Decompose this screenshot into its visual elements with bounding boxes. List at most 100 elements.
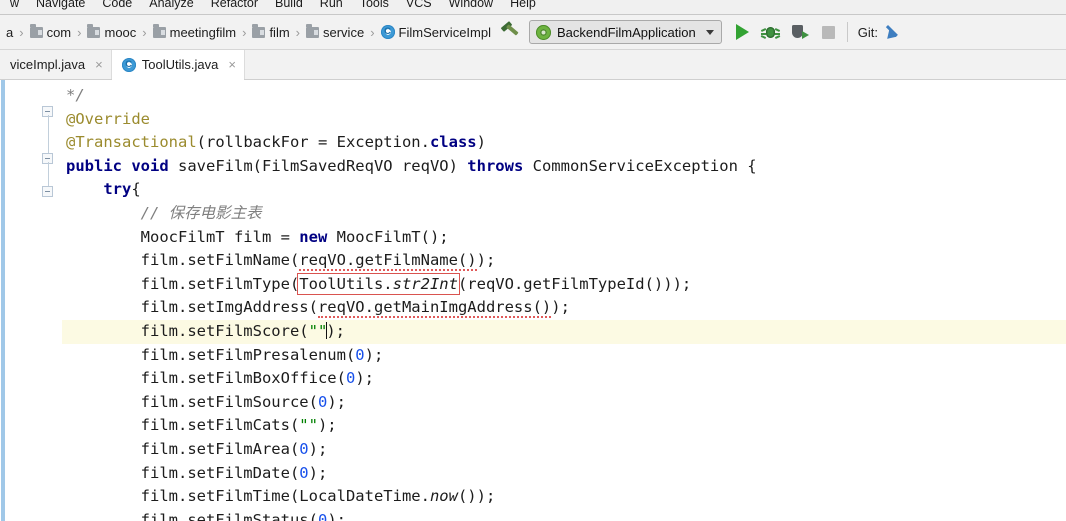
menu-item-vcs[interactable]: VCS bbox=[406, 0, 432, 9]
fold-region-line bbox=[48, 115, 49, 153]
code-token: ); bbox=[326, 321, 345, 340]
code-token: throws bbox=[467, 156, 524, 175]
breadcrumb-item-service[interactable]: service bbox=[306, 23, 364, 40]
code-token: ()); bbox=[457, 487, 496, 506]
code-line[interactable]: film.setFilmTime(LocalDateTime.now()); bbox=[62, 485, 1066, 509]
menu-item-navigate[interactable]: Navigate bbox=[36, 0, 85, 9]
close-icon[interactable]: × bbox=[228, 58, 236, 71]
code-token: film.setFilmDate( bbox=[140, 463, 300, 482]
editor-tab-viceimpl-java[interactable]: viceImpl.java × bbox=[0, 50, 112, 79]
breadcrumb-item-filmserviceimpl[interactable]: C FilmServiceImpl bbox=[380, 24, 491, 40]
menu-item-refactor[interactable]: Refactor bbox=[211, 0, 258, 9]
breadcrumb-item-a[interactable]: a bbox=[2, 25, 13, 40]
editor-tab-bar: viceImpl.java × C ToolUtils.java × bbox=[0, 50, 1066, 80]
code-line[interactable]: film.setFilmSource(0); bbox=[62, 391, 1066, 415]
folder-icon bbox=[306, 23, 319, 38]
code-line[interactable]: film.setFilmName(reqVO.getFilmName()); bbox=[62, 249, 1066, 273]
code-line[interactable]: film.setFilmStatus(0); bbox=[62, 509, 1066, 521]
code-line[interactable]: // 保存电影主表 bbox=[62, 202, 1066, 226]
breadcrumb-item-com[interactable]: com bbox=[29, 23, 72, 40]
code-content[interactable]: */ @Override @Transactional(rollbackFor = … bbox=[6, 80, 1066, 521]
menu-item-run[interactable]: Run bbox=[320, 0, 343, 9]
code-line[interactable]: MoocFilmT film = new MoocFilmT(); bbox=[62, 226, 1066, 250]
code-line[interactable]: @Transactional(rollbackFor = Exception.c… bbox=[62, 131, 1066, 155]
menu-item-window[interactable]: Window bbox=[449, 0, 493, 9]
breadcrumb-separator: › bbox=[77, 24, 82, 40]
chevron-down-icon[interactable] bbox=[705, 29, 714, 35]
code-line[interactable]: film.setFilmPresalenum(0); bbox=[62, 344, 1066, 368]
class-icon: C bbox=[121, 57, 136, 72]
breadcrumb-item-mooc[interactable]: mooc bbox=[87, 23, 137, 40]
run-configuration-label: BackendFilmApplication bbox=[557, 24, 696, 40]
code-line[interactable]: film.setFilmBoxOffice(0); bbox=[62, 367, 1066, 391]
navigation-toolbar: a › com › mooc › meetingfilm › film › service › C Fil… bbox=[0, 15, 1066, 50]
code-token: film.setFilmType( bbox=[140, 274, 300, 293]
code-token: 0 bbox=[299, 439, 309, 458]
change-marker[interactable] bbox=[1, 80, 5, 521]
breadcrumb-item-label: FilmServiceImpl bbox=[398, 24, 491, 40]
code-token: 0 bbox=[299, 463, 309, 482]
code-line[interactable]: @Override bbox=[62, 108, 1066, 132]
code-token: reqVO.getFilmName() bbox=[299, 251, 477, 272]
menu-item-help[interactable]: Help bbox=[510, 0, 536, 9]
class-icon: C bbox=[380, 25, 395, 39]
close-icon[interactable]: × bbox=[95, 58, 103, 71]
breadcrumb-item-label: com bbox=[46, 24, 72, 40]
build-icon[interactable] bbox=[499, 21, 521, 43]
fold-marker-icon[interactable] bbox=[42, 186, 53, 197]
code-token: 0 bbox=[317, 510, 328, 521]
debug-button[interactable] bbox=[760, 24, 780, 40]
code-token: ); bbox=[327, 510, 346, 521]
breadcrumb-item-label: mooc bbox=[104, 24, 137, 40]
run-configuration-selector[interactable]: BackendFilmApplication bbox=[529, 20, 722, 44]
breadcrumb-item-film[interactable]: film bbox=[252, 23, 290, 40]
folder-icon bbox=[29, 23, 43, 38]
code-token: saveFilm(FilmSavedReqVO reqVO) bbox=[168, 156, 468, 175]
code-token: str2Int bbox=[392, 274, 458, 293]
code-token: 0 bbox=[355, 345, 365, 364]
code-line[interactable]: film.setFilmCats(""); bbox=[62, 414, 1066, 438]
tab-label: ToolUtils.java bbox=[141, 57, 219, 72]
breadcrumb-item-meetingfilm[interactable]: meetingfilm bbox=[152, 23, 237, 40]
code-token: film.setFilmName( bbox=[140, 251, 300, 270]
update-project-icon[interactable] bbox=[883, 23, 903, 43]
stop-button[interactable] bbox=[821, 25, 835, 39]
editor-tab-toolutils-java[interactable]: C ToolUtils.java × bbox=[111, 50, 245, 80]
code-token: film.setImgAddress( bbox=[140, 298, 318, 317]
code-line[interactable]: film.setFilmDate(0); bbox=[62, 462, 1066, 486]
code-token: void bbox=[131, 156, 169, 175]
code-token: @Override bbox=[66, 109, 150, 128]
menu-item-tools[interactable]: Tools bbox=[360, 0, 389, 9]
code-token: film.setFilmArea( bbox=[140, 439, 300, 458]
code-line[interactable]: film.setFilmScore(""); bbox=[6, 319, 1066, 344]
menu-item-w[interactable]: w bbox=[10, 0, 19, 9]
editor-gutter[interactable] bbox=[6, 80, 62, 521]
menu-item-code[interactable]: Code bbox=[102, 0, 132, 9]
code-line[interactable]: */ bbox=[62, 84, 1066, 108]
code-token: "" bbox=[308, 321, 328, 340]
code-line[interactable]: film.setImgAddress(reqVO.getMainImgAddre… bbox=[62, 296, 1066, 320]
code-line[interactable]: film.setFilmType(ToolUtils.str2Int(reqVO… bbox=[62, 272, 1066, 297]
code-line[interactable]: public void saveFilm(FilmSavedReqVO reqV… bbox=[62, 155, 1066, 179]
spring-boot-icon bbox=[536, 24, 551, 40]
menu-item-analyze[interactable]: Analyze bbox=[149, 0, 193, 9]
code-token: new bbox=[299, 227, 328, 246]
run-with-coverage-button[interactable] bbox=[791, 24, 809, 40]
code-line[interactable]: try{ bbox=[62, 178, 1066, 202]
code-token: ) bbox=[476, 133, 486, 152]
code-editor[interactable]: */ @Override @Transactional(rollbackFor = … bbox=[0, 80, 1066, 521]
run-button[interactable] bbox=[735, 24, 749, 40]
menu-item-build[interactable]: Build bbox=[275, 0, 303, 9]
code-token: ); bbox=[308, 439, 328, 458]
code-line[interactable]: film.setFilmArea(0); bbox=[62, 438, 1066, 462]
breadcrumb-item-label: meetingfilm bbox=[169, 24, 237, 40]
code-token: */ bbox=[66, 86, 85, 104]
code-token: MoocFilmT film = bbox=[140, 227, 300, 246]
